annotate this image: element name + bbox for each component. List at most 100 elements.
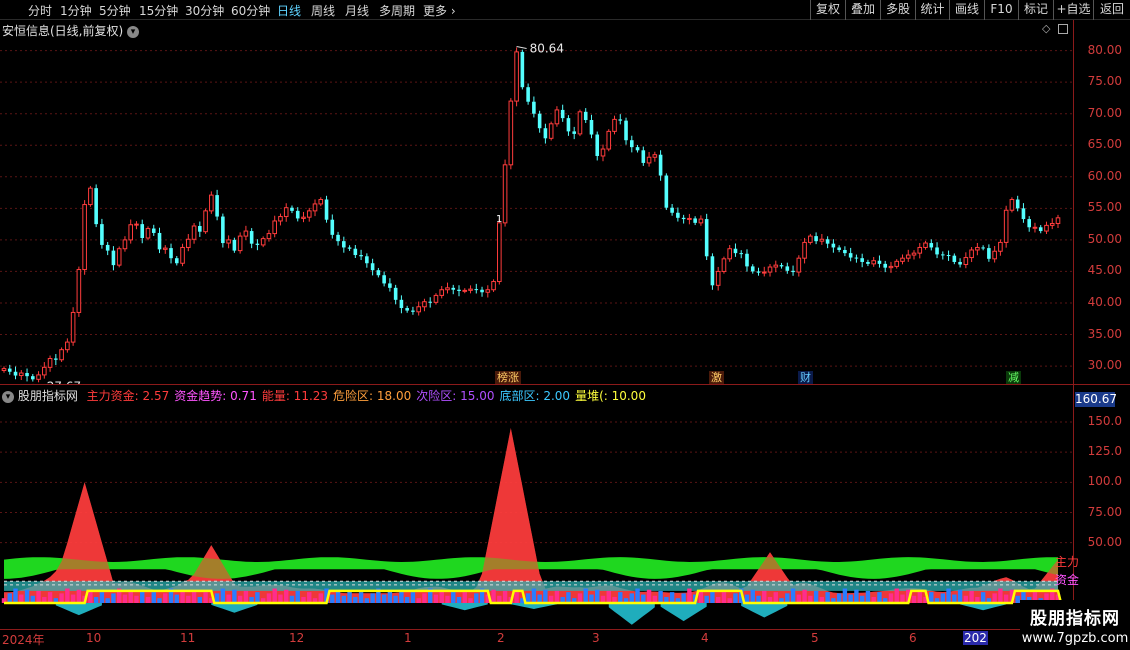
period-tab-multi[interactable]: 多周期 <box>379 2 415 19</box>
marker-label: 1 <box>496 214 502 225</box>
capital-bar <box>646 589 652 603</box>
event-tag-incentive[interactable]: 激 <box>709 371 724 384</box>
capital-bar <box>577 593 583 603</box>
candle <box>958 258 962 268</box>
candle <box>47 355 53 372</box>
capital-bar <box>658 590 663 603</box>
capital-bar <box>750 589 755 603</box>
capital-bar <box>456 596 462 603</box>
candle <box>560 104 565 122</box>
capital-bar <box>474 593 479 603</box>
capital-bar <box>24 589 30 603</box>
overlay-button[interactable]: 叠加 <box>845 0 880 20</box>
f10-button[interactable]: F10 <box>984 0 1018 20</box>
period-tab-weekly[interactable]: 周线 <box>311 2 335 19</box>
candle <box>952 253 957 265</box>
candle <box>480 286 484 297</box>
candle <box>526 83 530 105</box>
capital-bar <box>980 592 986 603</box>
candle <box>198 221 202 237</box>
period-tab-intraday[interactable]: 分时 <box>28 2 52 19</box>
period-tab-monthly[interactable]: 月线 <box>345 2 369 19</box>
capital-bar <box>681 593 686 603</box>
candle <box>848 247 853 262</box>
candle <box>860 253 864 268</box>
capital-bar <box>266 593 272 603</box>
capital-bar <box>451 590 456 603</box>
period-tab-15min[interactable]: 15分钟 <box>139 2 178 19</box>
candle <box>629 135 634 153</box>
candle <box>272 215 277 238</box>
restore-rights-button[interactable]: 复权 <box>810 0 845 20</box>
event-tag-finance[interactable]: 财 <box>798 371 813 384</box>
settings-circle-icon[interactable]: ▾ <box>2 390 14 403</box>
candle <box>18 370 24 381</box>
chevron-right-icon: › <box>450 4 456 18</box>
capital-bar <box>7 593 12 603</box>
candle <box>180 243 185 267</box>
period-tab-more[interactable]: 更多 › <box>423 2 456 19</box>
candle <box>497 219 502 285</box>
candle <box>508 98 514 170</box>
candle <box>295 207 300 222</box>
candle <box>606 129 612 152</box>
draw-line-button[interactable]: 画线 <box>949 0 984 20</box>
capital-bar <box>13 588 18 603</box>
candle <box>750 264 755 274</box>
candle <box>221 213 225 248</box>
dropdown-circle-icon[interactable]: ▾ <box>127 25 140 38</box>
event-tag-limit-up[interactable]: 榜涨 <box>495 371 521 384</box>
indicator-chart[interactable] <box>0 403 1073 628</box>
period-tab-daily[interactable]: 日线 <box>277 2 301 19</box>
multi-stock-button[interactable]: 多股 <box>880 0 915 20</box>
high-label: 80.64 <box>530 42 564 56</box>
period-tab-1min[interactable]: 1分钟 <box>60 2 92 19</box>
capital-bar <box>589 594 594 603</box>
candle <box>779 262 784 269</box>
capital-bar <box>243 590 249 603</box>
candle <box>1049 218 1055 230</box>
candle <box>866 259 870 267</box>
candle <box>566 115 571 136</box>
capital-bar <box>278 594 283 603</box>
bottom-spike <box>55 603 102 616</box>
candle <box>342 236 346 253</box>
capital-bar <box>733 593 738 603</box>
back-button[interactable]: 返回 <box>1093 0 1130 20</box>
capital-bar <box>894 588 899 603</box>
candle <box>721 256 727 274</box>
period-tab-60min[interactable]: 60分钟 <box>231 2 270 19</box>
candle <box>929 239 934 251</box>
diamond-icon[interactable]: ◇ <box>1042 22 1050 35</box>
capital-bar <box>618 592 623 603</box>
candle <box>791 265 795 276</box>
period-tab-30min[interactable]: 30分钟 <box>185 2 224 19</box>
capital-bar <box>462 592 467 603</box>
price-tick: 40.00 <box>1087 294 1122 309</box>
panel-toggle-icon[interactable] <box>1058 24 1068 34</box>
indicator-legend: ▾ 股朋指标网 主力资金: 2.57 资金趋势: 0.71 能量: 11.23 危险区… <box>2 387 646 404</box>
candle <box>646 152 652 167</box>
candle <box>169 243 173 264</box>
mark-button[interactable]: 标记 <box>1018 0 1053 20</box>
capital-bar <box>629 593 634 603</box>
candlestick-chart[interactable]: 80.6427.671 <box>0 38 1073 385</box>
capital-bar <box>525 593 531 603</box>
capital-bar <box>687 588 692 603</box>
period-tab-5min[interactable]: 5分钟 <box>99 2 131 19</box>
event-tag-reduce[interactable]: 减 <box>1006 371 1021 384</box>
candle <box>249 228 254 249</box>
candle <box>664 173 669 210</box>
candle <box>36 371 41 383</box>
candle <box>595 131 600 161</box>
label-capital: 资金 <box>1055 573 1080 587</box>
candle <box>116 246 122 268</box>
candle <box>998 239 1003 256</box>
add-watchlist-button[interactable]: +自选 <box>1053 0 1093 20</box>
statistics-button[interactable]: 统计 <box>915 0 949 20</box>
price-tick: 55.00 <box>1087 200 1122 215</box>
candle <box>583 108 588 123</box>
stock-title: 安恒信息(日线,前复权) <box>2 24 124 38</box>
ind-tick: 75.00 <box>1087 504 1122 519</box>
candle <box>260 236 266 248</box>
